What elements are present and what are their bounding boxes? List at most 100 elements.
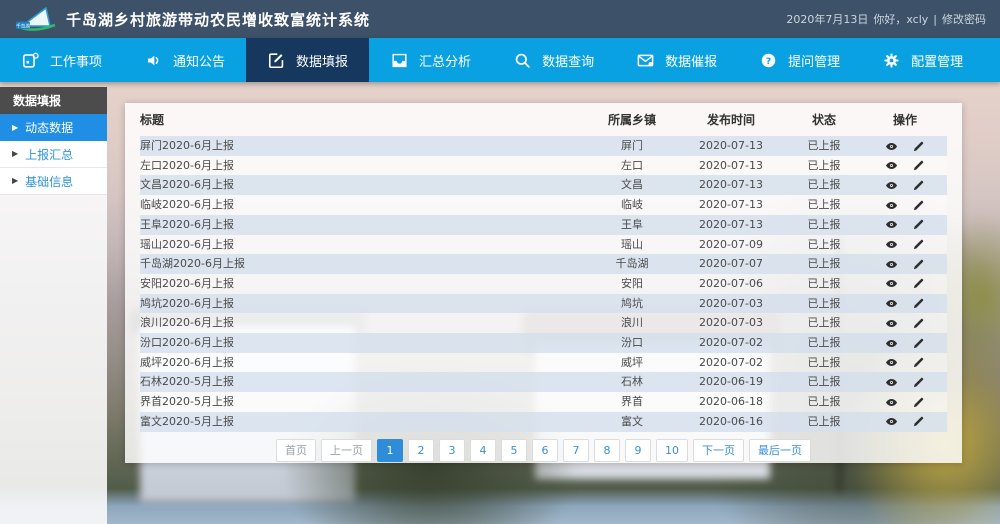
edit-pencil-icon[interactable] [912, 238, 925, 251]
pagination-page-8[interactable]: 8 [594, 439, 620, 462]
nav-item-questions[interactable]: ?提问管理 [738, 38, 861, 82]
row-status: 已上报 [785, 175, 863, 195]
logout-power-button[interactable] [984, 38, 1000, 82]
pagination-next-button[interactable]: 下一页 [693, 439, 744, 462]
row-title: 浪川2020-6月上报 [140, 313, 587, 333]
pagination-page-4[interactable]: 4 [470, 439, 496, 462]
row-date: 2020-07-13 [677, 215, 785, 235]
row-date: 2020-07-13 [677, 156, 785, 176]
pagination-page-1[interactable]: 1 [377, 439, 403, 462]
edit-pencil-icon[interactable] [912, 415, 925, 428]
row-title: 王阜2020-6月上报 [140, 215, 587, 235]
row-title: 瑶山2020-6月上报 [140, 235, 587, 255]
view-icon[interactable] [885, 218, 898, 231]
edit-pencil-icon[interactable] [912, 179, 925, 192]
nav-item-notices[interactable]: 通知公告 [123, 38, 246, 82]
table-row: 安阳2020-6月上报安阳2020-07-06已上报 [140, 274, 947, 294]
pagination-page-10[interactable]: 10 [656, 439, 688, 462]
edit-pencil-icon[interactable] [912, 277, 925, 290]
view-icon[interactable] [885, 415, 898, 428]
nav-item-data-entry[interactable]: 数据填报 [246, 38, 369, 82]
row-operations [863, 372, 947, 392]
nav-item-work-items[interactable]: 工作事项 [0, 38, 123, 82]
edit-pencil-icon[interactable] [912, 218, 925, 231]
view-icon[interactable] [885, 140, 898, 153]
nav-item-config[interactable]: 配置管理 [861, 38, 984, 82]
sidebar-item-basic-info[interactable]: ▶基础信息 [0, 168, 107, 195]
view-icon[interactable] [885, 159, 898, 172]
row-status: 已上报 [785, 235, 863, 255]
change-password-link[interactable]: 修改密码 [942, 11, 986, 27]
announcement-icon [144, 51, 163, 70]
gear-icon [882, 51, 901, 70]
pagination-last-button[interactable]: 最后一页 [749, 439, 811, 462]
row-town: 富文 [587, 412, 677, 432]
row-title: 千岛湖2020-6月上报 [140, 254, 587, 274]
question-icon: ? [759, 51, 778, 70]
separator: | [933, 13, 937, 26]
caret-right-icon: ▶ [12, 177, 18, 185]
row-operations [863, 313, 947, 333]
edit-pencil-icon[interactable] [912, 159, 925, 172]
row-operations [863, 254, 947, 274]
view-icon[interactable] [885, 179, 898, 192]
edit-pencil-icon[interactable] [912, 258, 925, 271]
row-town: 临岐 [587, 195, 677, 215]
view-icon[interactable] [885, 396, 898, 409]
pagination-page-2[interactable]: 2 [408, 439, 434, 462]
sidebar-item-report-summary[interactable]: ▶上报汇总 [0, 141, 107, 168]
edit-pencil-icon[interactable] [912, 317, 925, 330]
pagination-page-5[interactable]: 5 [501, 439, 527, 462]
view-icon[interactable] [885, 199, 898, 212]
row-title: 威坪2020-6月上报 [140, 353, 587, 373]
row-town: 鸠坑 [587, 294, 677, 314]
edit-pencil-icon[interactable] [912, 337, 925, 350]
view-icon[interactable] [885, 258, 898, 271]
row-operations [863, 353, 947, 373]
table-row: 瑶山2020-6月上报瑶山2020-07-09已上报 [140, 235, 947, 255]
nav-item-data-reminder[interactable]: 数据催报 [615, 38, 738, 82]
row-operations [863, 235, 947, 255]
nav-item-label: 数据催报 [665, 51, 717, 70]
view-icon[interactable] [885, 277, 898, 290]
row-date: 2020-07-09 [677, 235, 785, 255]
pagination-page-9[interactable]: 9 [625, 439, 651, 462]
inbox-icon [390, 51, 409, 70]
edit-pencil-icon[interactable] [912, 297, 925, 310]
row-town: 屏门 [587, 136, 677, 156]
view-icon[interactable] [885, 356, 898, 369]
sidebar-item-dynamic-data[interactable]: ▶动态数据 [0, 114, 107, 141]
row-status: 已上报 [785, 372, 863, 392]
row-operations [863, 392, 947, 412]
row-date: 2020-06-18 [677, 392, 785, 412]
view-icon[interactable] [885, 238, 898, 251]
row-status: 已上报 [785, 294, 863, 314]
edit-pencil-icon[interactable] [912, 396, 925, 409]
view-icon[interactable] [885, 376, 898, 389]
content-panel: 标题 所属乡镇 发布时间 状态 操作 屏门2020-6月上报屏门2020-07-… [125, 103, 962, 463]
row-operations [863, 175, 947, 195]
pagination-page-7[interactable]: 7 [563, 439, 589, 462]
pagination-page-3[interactable]: 3 [439, 439, 465, 462]
edit-pencil-icon[interactable] [912, 140, 925, 153]
row-date: 2020-07-02 [677, 353, 785, 373]
row-town: 界首 [587, 392, 677, 412]
view-icon[interactable] [885, 317, 898, 330]
edit-pencil-icon[interactable] [912, 376, 925, 389]
pagination-first-button[interactable]: 首页 [276, 439, 316, 462]
search-icon [513, 51, 532, 70]
caret-right-icon: ▶ [12, 150, 18, 158]
pagination-prev-button[interactable]: 上一页 [321, 439, 372, 462]
view-icon[interactable] [885, 337, 898, 350]
edit-pencil-icon[interactable] [912, 356, 925, 369]
nav-item-summary[interactable]: 汇总分析 [369, 38, 492, 82]
edit-pencil-icon[interactable] [912, 199, 925, 212]
pagination-page-6[interactable]: 6 [532, 439, 558, 462]
row-date: 2020-06-19 [677, 372, 785, 392]
row-status: 已上报 [785, 353, 863, 373]
edit-box-icon [267, 51, 286, 70]
view-icon[interactable] [885, 297, 898, 310]
sidebar-header: 数据填报 [0, 87, 107, 114]
nav-item-data-query[interactable]: 数据查询 [492, 38, 615, 82]
svg-text:千岛湖: 千岛湖 [16, 22, 30, 29]
